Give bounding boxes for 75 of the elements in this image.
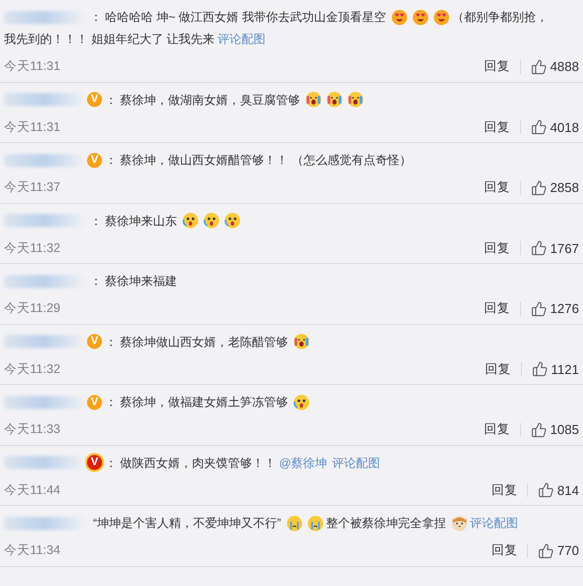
timestamp: 今天11:31 (4, 58, 60, 76)
scared-emoji-icon (203, 212, 220, 229)
like-icon[interactable] (538, 542, 554, 559)
cat-emoji-icon (451, 514, 468, 532)
like-count: 2858 (550, 179, 579, 197)
reply-link[interactable]: 回复 (485, 360, 512, 379)
crying-emoji-icon (307, 514, 324, 532)
reply-link[interactable]: 回复 (491, 541, 518, 560)
comment-text: 哈哈哈哈 坤~ 做江西女婿 我带你去武功山金顶看星空 (105, 9, 386, 26)
colon: ： (105, 152, 117, 169)
comment-text: 整个被蔡徐坤完全拿捏 (326, 515, 446, 532)
like-icon[interactable] (531, 240, 548, 256)
comment-text: 做陕西女婿，肉夹馍管够！！ (120, 454, 276, 472)
comment-text: 蔡徐坤，做山西女婿醋管够！！ （怎么感觉有点奇怪） (120, 152, 412, 169)
reply-link[interactable]: 回复 (484, 178, 510, 198)
like-count: 1767 (550, 240, 579, 258)
timestamp: 今天11:34 (4, 542, 60, 560)
like-count: 1276 (550, 300, 579, 318)
like-icon[interactable] (531, 422, 548, 438)
like-icon[interactable] (531, 180, 548, 196)
screaming-emoji-icon (326, 91, 343, 108)
verified-badge: V (87, 92, 102, 107)
reply-link[interactable]: 回复 (484, 299, 510, 318)
screaming-emoji-icon (347, 91, 364, 108)
scared-emoji-icon (182, 212, 199, 229)
reply-link[interactable]: 回复 (491, 480, 518, 500)
comment-text: 蔡徐坤来福建 (105, 273, 177, 290)
like-count: 814 (557, 482, 579, 500)
screaming-emoji-icon (305, 91, 322, 108)
like-count: 1085 (550, 421, 579, 439)
like-count: 1121 (551, 360, 579, 378)
comment-text: “坤坤是个害人精，不爱坤坤又不行” (93, 515, 281, 532)
colon: ： (90, 273, 102, 290)
timestamp: 今天11:31 (4, 118, 60, 136)
reply-link[interactable]: 回复 (484, 420, 510, 440)
like-count: 4018 (550, 118, 579, 136)
comment-text: 我先到的！！！ 姐姐年纪大了 让我先来 (4, 31, 215, 48)
verified-badge: V (87, 334, 102, 349)
like-icon[interactable] (531, 119, 548, 136)
verified-badge: V (87, 152, 102, 168)
colon: ： (105, 394, 117, 411)
timestamp: 今天11:32 (4, 240, 60, 257)
timestamp: 今天11:44 (4, 482, 60, 499)
verified-badge: V (87, 394, 102, 410)
comment-text: 蔡徐坤，做湖南女婿，臭豆腐管够 (120, 92, 300, 108)
reply-link[interactable]: 回复 (484, 238, 510, 258)
heart-eyes-emoji-icon (412, 8, 430, 26)
like-icon[interactable] (538, 482, 554, 498)
reply-link[interactable]: 回复 (484, 118, 510, 137)
like-icon[interactable] (531, 58, 548, 75)
comment-text: 蔡徐坤，做福建女婿土笋冻管够 (120, 394, 288, 411)
like-icon[interactable] (532, 361, 548, 378)
timestamp: 今天11:32 (4, 360, 60, 378)
like-count: 4888 (550, 58, 579, 76)
colon: ： (105, 334, 117, 350)
like-icon[interactable] (531, 300, 548, 317)
comment-text: （都别争都别抢， (452, 9, 548, 26)
heart-eyes-emoji-icon (391, 8, 408, 26)
timestamp: 今天11:37 (4, 179, 60, 196)
like-count: 770 (557, 542, 579, 560)
crying-emoji-icon (286, 514, 303, 532)
scared-emoji-icon (293, 394, 310, 410)
screaming-emoji-icon (293, 333, 310, 350)
timestamp: 今天11:29 (4, 300, 60, 318)
colon: ： (105, 454, 117, 472)
comment-text: 蔡徐坤做山西女婿，老陈醋管够 (120, 334, 288, 350)
comment-text: 蔡徐坤来山东 (105, 212, 177, 230)
colon: ： (90, 9, 102, 26)
scared-emoji-icon (224, 212, 241, 229)
timestamp: 今天11:33 (4, 421, 60, 438)
colon: ： (90, 212, 102, 230)
colon: ： (105, 92, 117, 108)
reply-link[interactable]: 回复 (484, 57, 510, 76)
heart-eyes-emoji-icon (433, 8, 450, 26)
verified-badge: V (87, 455, 102, 470)
